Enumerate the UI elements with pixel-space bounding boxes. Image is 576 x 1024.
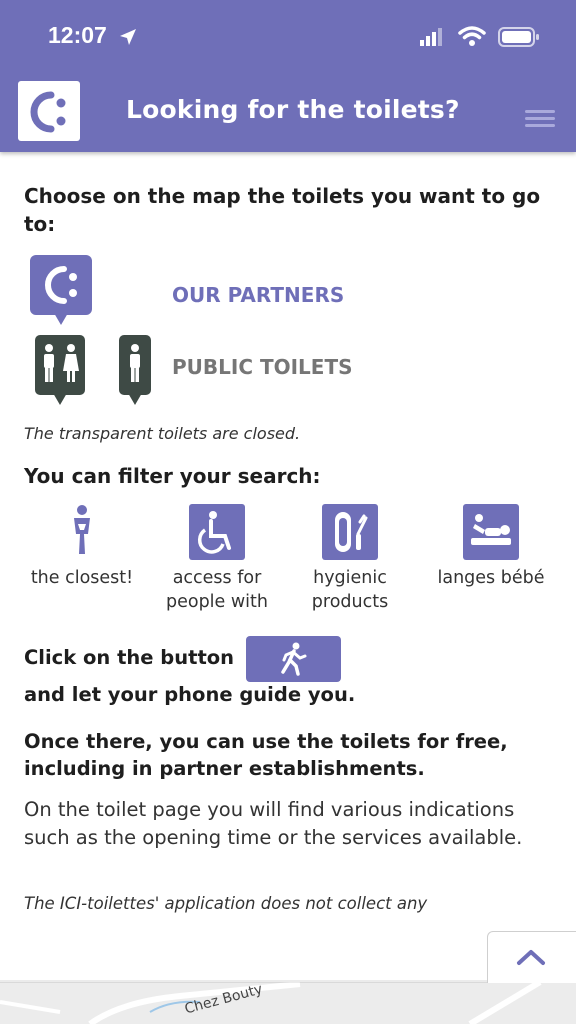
battery-icon <box>498 27 539 47</box>
filter-label: the closest! <box>30 568 134 588</box>
filter-accessibility[interactable]: access for people with <box>152 504 282 614</box>
guide-me-button[interactable] <box>246 636 341 682</box>
wheelchair-icon <box>189 504 245 560</box>
free-use-text: Once there, you can use the toilets for … <box>24 730 508 780</box>
chevron-up-icon <box>517 950 545 965</box>
ici-logo-icon <box>30 91 66 133</box>
public-toilet-single-pin-icon <box>119 335 151 405</box>
filter-label: langes bébé <box>437 568 545 588</box>
baby-changing-icon <box>463 504 519 560</box>
choose-heading: Choose on the map the toilets you want t… <box>24 184 541 236</box>
filter-label: hygienic products <box>311 568 389 612</box>
wifi-icon <box>458 26 486 46</box>
filter-baby-changing[interactable]: langes bébé <box>426 504 556 614</box>
app-header: 12:07 Looking for the toilets? <box>0 0 576 152</box>
walking-person-icon <box>281 642 307 676</box>
app-title: Looking for the toilets? <box>126 95 460 124</box>
guide-instruction: and let your phone guide you. <box>24 683 356 706</box>
click-instruction: Click on the button <box>24 646 235 669</box>
filter-heading: You can filter your search: <box>24 464 321 488</box>
closed-note: The transparent toilets are closed. <box>24 424 301 443</box>
cellular-signal-icon <box>420 28 442 46</box>
our-partners-link[interactable]: OUR PARTNERS <box>172 283 344 307</box>
toilet-page-info: On the toilet page you will find various… <box>24 798 523 849</box>
public-toilets-link[interactable]: PUBLIC TOILETS <box>172 355 353 379</box>
sanitary-pad-icon <box>322 504 378 560</box>
scroll-to-top-button[interactable] <box>487 931 576 983</box>
status-bar: 12:07 <box>0 0 576 76</box>
hamburger-menu-icon[interactable] <box>525 110 555 128</box>
public-toilet-pin-icon <box>35 335 85 405</box>
partner-pin-icon <box>30 255 92 325</box>
filter-label: access for people with <box>165 568 268 612</box>
privacy-note: The ICI-toilettes' application does not … <box>24 894 428 913</box>
person-standing-icon <box>74 505 90 554</box>
map-view[interactable] <box>0 982 576 1024</box>
filter-closest[interactable]: the closest! <box>17 504 147 614</box>
status-time: 12:07 <box>48 22 107 48</box>
filter-hygienic-products[interactable]: hygienic products <box>285 504 415 614</box>
map-roads <box>0 982 542 1024</box>
location-arrow-icon <box>120 29 136 45</box>
app-logo[interactable] <box>18 81 80 141</box>
